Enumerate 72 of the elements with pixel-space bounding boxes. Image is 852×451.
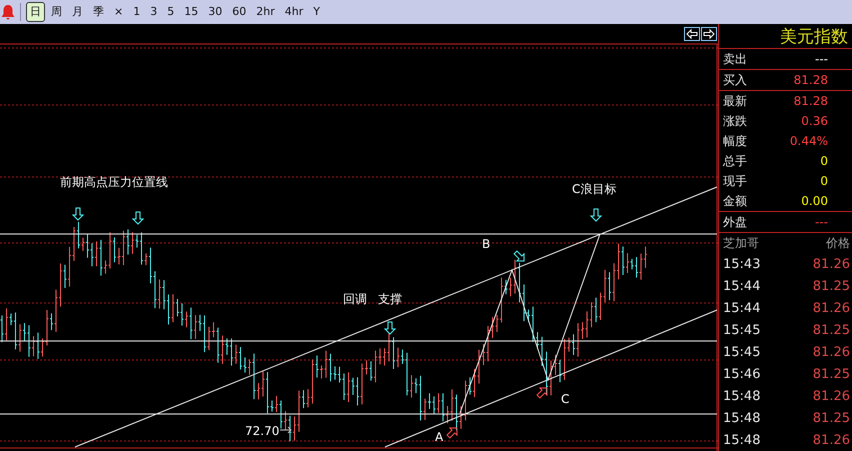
- trade-price: 81.26: [812, 344, 850, 360]
- column-header: 价格: [826, 234, 850, 252]
- quote-label: 总手: [723, 152, 747, 170]
- down-arrow-icon: [590, 208, 602, 222]
- period-tab[interactable]: ×: [110, 2, 128, 22]
- period-tab[interactable]: 3: [146, 2, 162, 22]
- quote-value: 0: [820, 174, 828, 188]
- quote-label: 涨跌: [723, 112, 747, 130]
- period-tab[interactable]: 60: [228, 2, 250, 22]
- period-tab[interactable]: 日: [26, 2, 45, 22]
- column-header: 芝加哥: [723, 234, 759, 252]
- quote-label: 金额: [723, 192, 747, 210]
- down-arrow-icon: [132, 212, 144, 225]
- down-arrow-icon: [72, 208, 84, 221]
- period-tab[interactable]: 2hr: [252, 2, 279, 22]
- chart-annotation: C浪目标: [572, 182, 616, 196]
- left-arrow-icon[interactable]: [684, 27, 700, 41]
- period-tab[interactable]: Y: [309, 2, 324, 22]
- trade-price: 81.25: [812, 410, 850, 426]
- period-tab[interactable]: 15: [180, 2, 202, 22]
- trade-time: 15:45: [723, 344, 760, 360]
- chart-annotation: B: [482, 237, 490, 251]
- trade-time: 15:44: [723, 300, 760, 316]
- chart-annotation: A: [435, 430, 444, 444]
- bell-icon[interactable]: [0, 4, 16, 20]
- trade-price: 81.26: [812, 388, 850, 404]
- quote-label: 最新: [723, 92, 747, 110]
- chart-annotation: 支撑: [378, 292, 402, 306]
- period-tab[interactable]: 5: [163, 2, 178, 22]
- trade-time: 15:44: [723, 278, 760, 294]
- period-tab[interactable]: 月: [68, 2, 87, 22]
- period-tab[interactable]: 30: [204, 2, 226, 22]
- trade-time: 15:48: [723, 410, 760, 426]
- chart-annotation: C: [561, 392, 570, 406]
- period-tab[interactable]: 1: [129, 2, 144, 22]
- trade-price: 81.26: [812, 256, 850, 272]
- quote-label: 现手: [723, 172, 747, 190]
- chart-annotation: 72.70: [245, 424, 280, 438]
- chart-annotation: 前期高点压力位置线: [60, 175, 168, 189]
- trade-time: 15:48: [723, 432, 760, 448]
- quote-label: 买入: [723, 72, 747, 88]
- quote-label: 外盘: [723, 214, 747, 230]
- trade-time: 15:46: [723, 366, 760, 382]
- quote-value: ---: [815, 215, 828, 229]
- trade-price: 81.25: [812, 366, 850, 382]
- quote-value: 0.44%: [790, 134, 828, 148]
- down-right-arrow-icon: [513, 250, 525, 262]
- quote-value: 0.00: [801, 194, 828, 208]
- quote-value: 81.28: [794, 73, 828, 87]
- trade-time: 15:48: [723, 388, 760, 404]
- trade-price: 81.25: [812, 278, 850, 294]
- period-tab[interactable]: 周: [47, 2, 66, 22]
- quote-value: 0: [820, 154, 828, 168]
- trade-price: 81.26: [812, 432, 850, 448]
- quote-label: 幅度: [723, 132, 747, 150]
- right-arrow-icon[interactable]: [701, 27, 717, 41]
- up-right-arrow-icon: [536, 387, 548, 399]
- trade-time: 15:43: [723, 256, 760, 272]
- up-right-arrow-icon: [446, 427, 458, 439]
- trade-price: 81.26: [812, 300, 850, 316]
- trade-time: 15:45: [723, 322, 760, 338]
- right-arrow-icon: [280, 426, 292, 434]
- quote-value: 0.36: [801, 114, 828, 128]
- period-tab[interactable]: 季: [89, 2, 108, 22]
- quote-label: 卖出: [723, 50, 747, 68]
- trade-price: 81.25: [812, 322, 850, 338]
- chart-annotation: 回调: [343, 292, 367, 306]
- quote-value: ---: [815, 52, 828, 66]
- down-arrow-icon: [384, 322, 396, 335]
- quote-value: 81.28: [794, 94, 828, 108]
- period-tab[interactable]: 4hr: [280, 2, 308, 22]
- quote-title: 美元指数: [719, 24, 852, 49]
